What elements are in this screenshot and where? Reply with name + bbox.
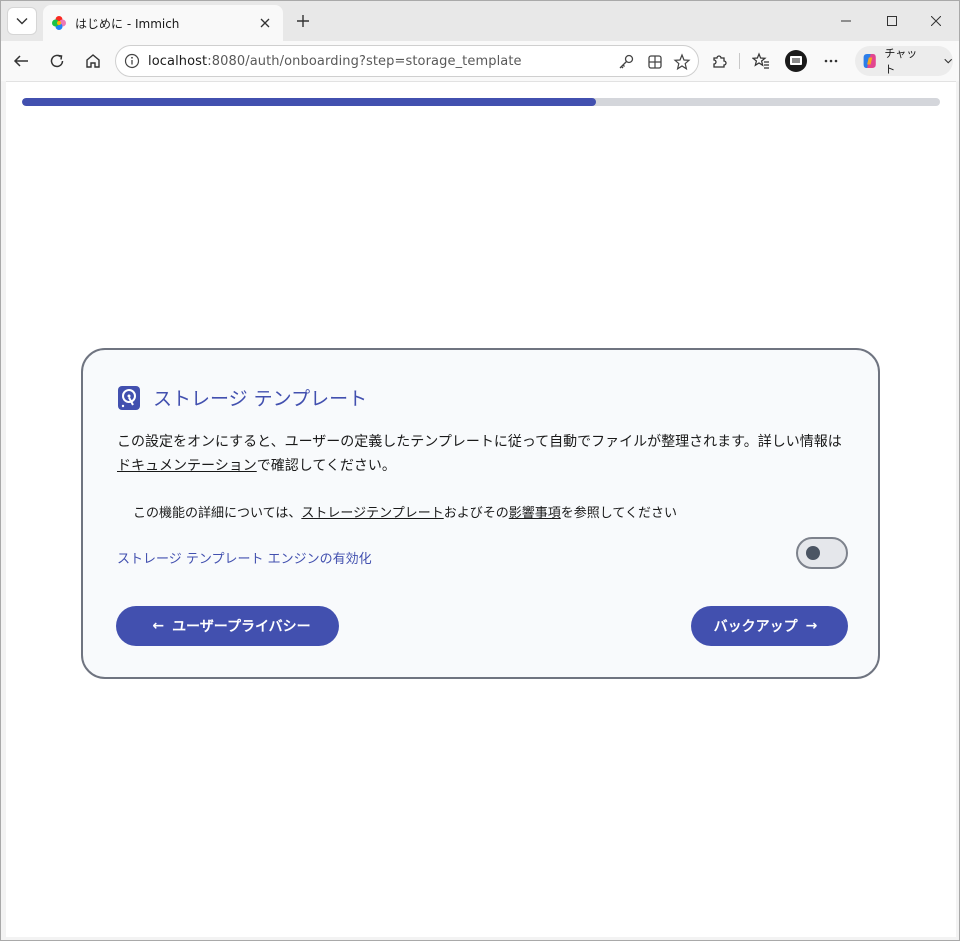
implications-link[interactable]: 影響事項 [509,506,561,521]
toggle-knob [806,546,820,560]
tab-close-button[interactable] [253,11,277,35]
description-text-end: で確認してください。 [256,458,396,474]
immich-logo-icon [52,16,66,30]
window-close-button[interactable] [913,1,959,41]
active-tab[interactable]: はじめに - Immich [43,5,283,41]
note-text-middle: およびその [443,506,509,521]
refresh-button[interactable] [43,47,71,75]
more-icon [824,59,838,63]
note-text-end: を参照してください [560,506,677,521]
app-available-button[interactable] [645,52,665,72]
next-step-label: バックアップ [713,619,798,635]
minimize-button[interactable] [823,1,869,41]
browser-toolbar: localhost:8080/auth/onboarding?step=stor… [1,41,959,81]
arrow-left-icon: ← [152,618,165,634]
close-icon [260,18,270,28]
card-header: ストレージ テンプレート [117,384,367,411]
description-text-start: この設定をオンにすると、ユーザーの定義したテンプレートに従って自動でファイルが整… [117,434,842,450]
key-icon [619,54,634,69]
close-icon [931,16,941,26]
arrow-right-icon: → [805,618,818,634]
url-text: localhost:8080/auth/onboarding?step=stor… [148,54,522,69]
page-content: ストレージ テンプレート この設定をオンにすると、ユーザーの定義したテンプレート… [6,81,956,937]
browser-window: はじめに - Immich localhost:8080/auth/onboar… [0,0,960,941]
back-button[interactable] [7,47,35,75]
star-icon [673,53,691,71]
onboarding-progress-bar [22,98,940,106]
note-text-start: この機能の詳細については、 [133,506,302,521]
next-step-button[interactable]: バックアップ → [691,606,848,646]
url-host: localhost [148,53,208,69]
extension-icon [713,55,727,68]
plus-icon [297,15,309,27]
previous-step-button[interactable]: ← ユーザープライバシー [116,606,339,646]
onboarding-card: ストレージ テンプレート この設定をオンにすると、ユーザーの定義したテンプレート… [81,348,880,679]
home-icon [86,54,100,68]
profile-button[interactable] [782,47,810,75]
back-arrow-icon [13,55,28,67]
chevron-down-icon [943,58,952,64]
tab-title: はじめに - Immich [75,16,180,31]
maximize-icon [887,16,897,26]
grid-icon [648,55,662,69]
favorites-button[interactable] [747,47,775,75]
password-key-button[interactable] [616,52,636,72]
storage-template-link[interactable]: ストレージテンプレート [301,506,443,521]
storage-template-icon [118,385,140,410]
tab-strip: はじめに - Immich [1,1,959,41]
address-bar[interactable]: localhost:8080/auth/onboarding?step=stor… [115,45,699,77]
storage-engine-toggle[interactable] [796,537,848,569]
toolbar-separator [739,53,740,69]
copilot-chat-button[interactable]: チャット [855,46,953,76]
more-menu-button[interactable] [817,47,845,75]
new-tab-button[interactable] [289,7,317,35]
favorite-button[interactable] [672,52,692,72]
documentation-link[interactable]: ドキュメンテーション [117,458,257,474]
card-description: この設定をオンにすると、ユーザーの定義したテンプレートに従って自動でファイルが整… [117,430,847,478]
chat-label: チャット [884,47,918,76]
extensions-button[interactable] [705,47,733,75]
refresh-icon [50,54,64,68]
chevron-down-icon [16,18,28,25]
progress-fill [22,98,596,106]
card-title: ストレージ テンプレート [153,388,368,410]
minimize-icon [841,20,851,22]
url-path: :8080/auth/onboarding?step=storage_templ… [207,53,522,69]
favorites-icon [752,52,769,69]
home-button[interactable] [79,47,107,75]
profile-icon [785,50,807,72]
tab-list-button[interactable] [7,7,37,35]
storage-engine-toggle-label: ストレージ テンプレート エンジンの有効化 [117,552,372,567]
feature-note: この機能の詳細については、ストレージテンプレートおよびその影響事項を参照してくだ… [133,502,677,521]
copilot-icon [863,54,876,68]
info-icon[interactable] [124,53,140,69]
previous-step-label: ユーザープライバシー [172,619,311,635]
maximize-button[interactable] [869,1,915,41]
